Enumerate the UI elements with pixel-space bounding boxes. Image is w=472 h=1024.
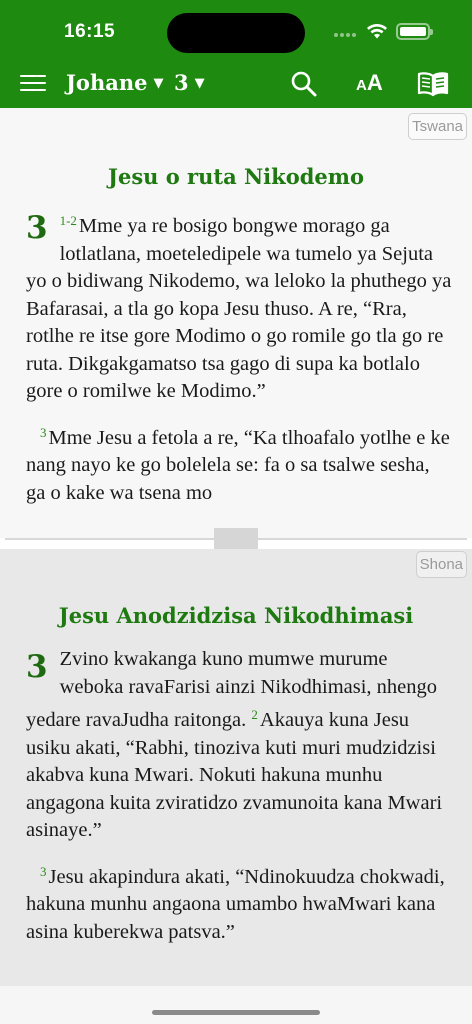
paragraph: 3Jesu akapindura akati, “Ndinokuudza cho… [26, 858, 454, 947]
chevron-down-icon: ▼ [194, 76, 205, 91]
scripture-text: 3 1-2Mme ya re bosigo bongwe morago ga l… [26, 207, 454, 520]
language-badge-tswana[interactable]: Tswana [408, 113, 467, 140]
chevron-down-icon: ▼ [153, 76, 164, 91]
scripture-text: 3 Zvino kwakanga kuno mumwe murume webok… [26, 646, 454, 959]
verse-text: Jesu akapindura akati, “Ndinokuudza chok… [26, 865, 445, 943]
cellular-signal-icon [334, 33, 356, 37]
book-name: Johane [66, 70, 148, 95]
verse-number[interactable]: 3 [40, 425, 47, 440]
dynamic-island [167, 13, 305, 53]
book-selector[interactable]: Johane ▼ [66, 70, 163, 95]
app-header: 16:15 Johane ▼ 3 ▼ AA [0, 0, 472, 108]
wifi-icon [367, 24, 387, 39]
search-icon[interactable] [290, 70, 318, 98]
pane-divider [0, 528, 472, 549]
chapter-number-drop: 3 [26, 649, 48, 685]
section-title: Jesu Anodzidzisa Nikodhimasi [58, 603, 414, 628]
chapter-selector[interactable]: 3 ▼ [174, 70, 205, 95]
toolbar: Johane ▼ 3 ▼ AA [0, 60, 472, 106]
language-badge-shona[interactable]: Shona [415, 551, 467, 578]
paragraph: 3 Zvino kwakanga kuno mumwe murume webok… [26, 646, 454, 845]
tswana-pane[interactable]: Tswana Jesu o ruta Nikodemo 3 1-2Mme ya … [0, 108, 472, 538]
shona-pane[interactable]: Shona Jesu Anodzidzisa Nikodhimasi 3 Zvi… [0, 549, 472, 986]
font-size-icon[interactable]: AA [356, 70, 383, 96]
status-time: 16:15 [64, 21, 116, 42]
paragraph: 3Mme Jesu a fetola a re, “Ka tlhoafalo y… [26, 419, 454, 508]
chapter-number-drop: 3 [26, 210, 48, 246]
drag-handle[interactable] [214, 528, 258, 549]
verse-number[interactable]: 3 [40, 864, 47, 879]
home-indicator[interactable] [152, 1010, 320, 1015]
verse-text: Mme Jesu a fetola a re, “Ka tlhoafalo yo… [26, 426, 450, 504]
verse-number[interactable]: 1-2 [60, 213, 77, 228]
open-book-icon[interactable] [417, 71, 449, 97]
verse-number[interactable]: 2 [251, 707, 258, 722]
chapter-number: 3 [174, 70, 189, 95]
menu-icon[interactable] [20, 71, 48, 95]
battery-icon [396, 23, 433, 40]
home-indicator-area [0, 986, 472, 1024]
paragraph: 3 1-2Mme ya re bosigo bongwe morago ga l… [26, 207, 454, 406]
verse-text: Mme ya re bosigo bongwe morago ga lotlat… [26, 215, 452, 402]
section-title: Jesu o ruta Nikodemo [108, 164, 364, 189]
